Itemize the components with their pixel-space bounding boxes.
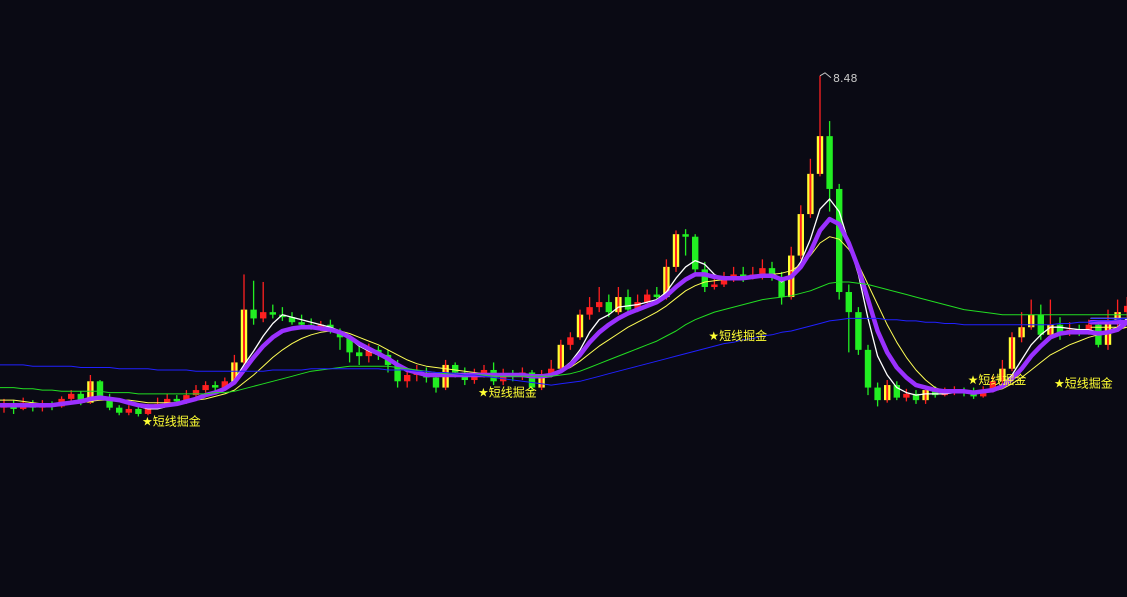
candle-body	[586, 307, 593, 315]
candle-body	[432, 377, 440, 388]
candle-body	[567, 337, 574, 345]
candle-body	[68, 393, 75, 399]
candle-body-center	[1030, 314, 1033, 328]
candle	[269, 304, 276, 319]
signal-label: ★短线掘金	[478, 384, 537, 399]
candle-body	[624, 297, 632, 310]
candle-body-center	[819, 136, 821, 174]
candle	[874, 382, 881, 407]
moving-average-line	[0, 216, 1127, 409]
candle	[279, 307, 286, 321]
candle-body	[836, 188, 843, 293]
moving-averages-group	[0, 198, 1127, 410]
candlestick-chart: ★短线掘金 ★短线掘金 ★短线掘金 ★短线掘金 ★短线掘金 8.48	[0, 72, 1127, 428]
signal-label: ★短线掘金	[1054, 376, 1113, 391]
candle	[864, 344, 872, 396]
candle-body	[212, 385, 219, 388]
candle	[240, 274, 248, 365]
candle	[672, 230, 680, 272]
candle-body-center	[617, 297, 620, 313]
moving-average-line	[0, 281, 1127, 395]
candle-body	[711, 284, 718, 287]
candle-body-center	[886, 385, 889, 401]
candle-body	[356, 352, 363, 357]
candle-body-center	[675, 234, 677, 267]
candle-body	[269, 312, 276, 315]
candle	[1018, 312, 1025, 343]
candle	[615, 287, 622, 315]
candle-body	[874, 387, 881, 401]
candle	[250, 280, 257, 325]
candle	[567, 332, 574, 350]
candle	[855, 307, 862, 355]
candle-body-center	[1020, 327, 1023, 338]
candle-body-center	[809, 173, 812, 215]
candle-body	[202, 385, 209, 391]
candle	[797, 205, 804, 260]
candle-body	[903, 393, 910, 398]
candle	[1008, 332, 1016, 372]
candle-body	[96, 381, 104, 398]
candle	[202, 381, 209, 393]
candle-body-center	[1049, 324, 1052, 335]
candle-body	[682, 234, 689, 237]
candles-group	[0, 75, 1127, 417]
candle	[807, 158, 814, 218]
candle-body	[653, 294, 660, 298]
candle-body-center	[243, 309, 245, 363]
candle	[884, 380, 891, 403]
candle	[538, 369, 545, 391]
candle-body	[826, 136, 833, 189]
candle-body	[260, 312, 267, 319]
candle	[912, 390, 920, 404]
candle	[826, 121, 833, 212]
candle-body	[596, 302, 603, 308]
peak-marker-line	[819, 72, 832, 79]
candle-body-center	[1011, 337, 1013, 369]
candle-body	[135, 408, 142, 414]
candle	[605, 294, 612, 318]
signal-labels-group: ★短线掘金 ★短线掘金 ★短线掘金 ★短线掘金 ★短线掘金 8.48	[142, 72, 1113, 428]
peak-value-label: 8.48	[833, 72, 858, 85]
candle-body	[404, 375, 411, 382]
candle-body	[855, 312, 862, 350]
candle-body-center	[559, 344, 562, 369]
candle	[125, 405, 132, 416]
signal-label: ★短线掘金	[142, 413, 201, 428]
candle-body	[250, 309, 257, 319]
signal-label: ★短线掘金	[708, 328, 767, 343]
candle	[816, 75, 824, 177]
candle	[682, 229, 689, 256]
candle	[1047, 299, 1054, 340]
candle-body	[605, 302, 612, 313]
candle-body	[452, 364, 459, 373]
moving-average-line	[0, 198, 1127, 410]
candle	[135, 406, 142, 417]
candle	[106, 393, 113, 411]
candle	[576, 309, 584, 340]
candle-body-center	[579, 314, 581, 338]
candle-body	[692, 236, 699, 270]
candle	[356, 346, 363, 365]
candle-body	[845, 292, 852, 313]
signal-label: ★短线掘金	[968, 372, 1027, 387]
candle-body-center	[924, 390, 927, 401]
moving-average-line	[0, 236, 1127, 405]
candle	[260, 281, 267, 323]
chart-area: ★短线掘金 ★短线掘金 ★短线掘金 ★短线掘金 ★短线掘金 8.48	[0, 0, 1127, 597]
candle-body	[125, 408, 132, 413]
candle-body	[298, 322, 305, 325]
candle	[596, 287, 603, 313]
candle-body	[116, 407, 123, 413]
candle	[116, 405, 123, 416]
candle	[586, 297, 593, 320]
candle-body	[701, 269, 708, 287]
candle	[692, 234, 699, 275]
candle-body-center	[799, 214, 802, 256]
candle-body	[864, 349, 872, 388]
